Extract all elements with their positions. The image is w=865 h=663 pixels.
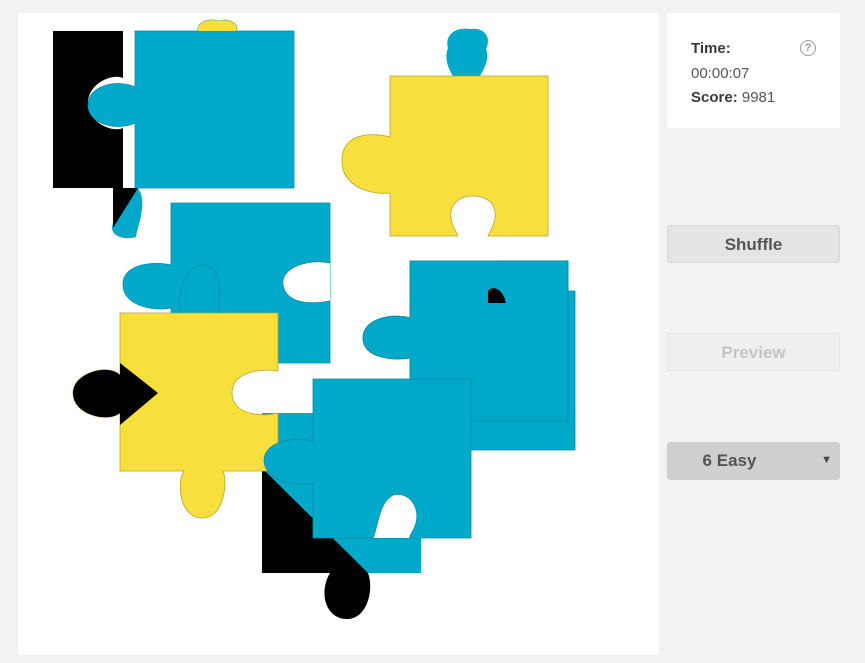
status-panel: Time: ? 00:00:07 Score: 9981 xyxy=(667,13,840,128)
time-value: 00:00:07 xyxy=(691,65,750,82)
time-label: Time: xyxy=(691,40,731,57)
puzzle-piece[interactable] xyxy=(341,28,549,237)
chevron-down-icon: ▼ xyxy=(821,454,832,466)
preview-button[interactable]: Preview xyxy=(667,333,840,371)
score-label: Score: xyxy=(691,89,738,106)
difficulty-select[interactable]: 6 Easy ▼ xyxy=(667,442,840,480)
puzzle-pieces[interactable] xyxy=(18,13,659,655)
difficulty-value: 6 Easy xyxy=(702,451,757,470)
puzzle-piece[interactable] xyxy=(53,31,143,239)
score-value: 9981 xyxy=(741,89,776,106)
puzzle-piece[interactable] xyxy=(72,312,279,519)
help-icon[interactable]: ? xyxy=(800,40,816,56)
puzzle-board[interactable] xyxy=(18,13,659,655)
score-row: Score: 9981 xyxy=(691,89,775,106)
shuffle-button[interactable]: Shuffle xyxy=(667,225,840,263)
